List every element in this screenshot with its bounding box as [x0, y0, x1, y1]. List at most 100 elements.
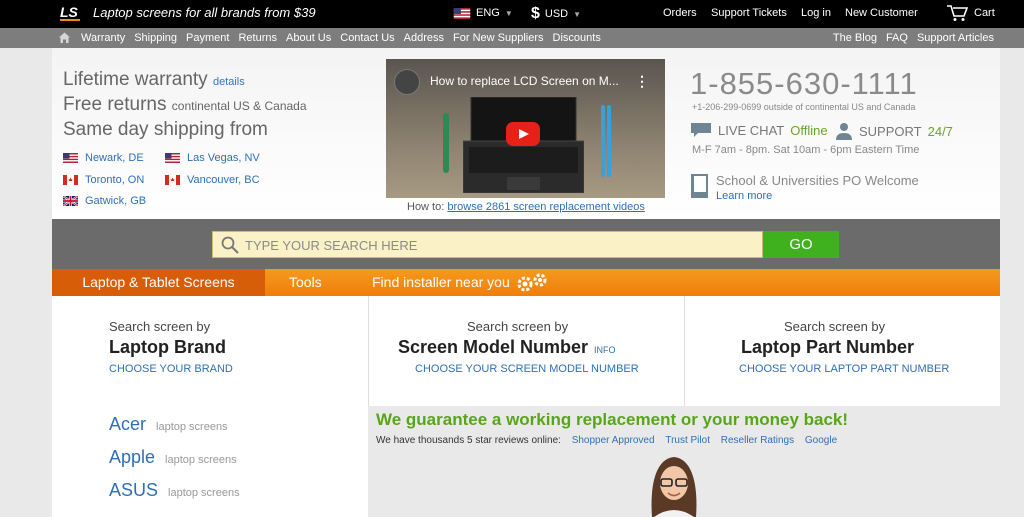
nav-shipping[interactable]: Shipping	[134, 32, 177, 44]
chevron-down-icon: ▼	[573, 9, 582, 19]
shipping-line: Same day shipping from	[63, 119, 268, 140]
home-icon[interactable]	[58, 31, 71, 44]
school-text: School & Universities PO Welcome	[716, 173, 919, 188]
nav-left-links: Warranty Shipping Payment Returns About …	[81, 32, 610, 44]
search-by-brand: Search screen by Laptop Brand CHOOSE YOU…	[52, 296, 368, 409]
chat-bubble-icon	[691, 123, 711, 137]
gears-icon	[517, 273, 547, 291]
search-input[interactable]	[245, 234, 725, 256]
returns-region: continental US & Canada	[171, 99, 307, 113]
choose-model-link[interactable]: CHOOSE YOUR SCREEN MODEL NUMBER	[415, 363, 639, 375]
nav-faq[interactable]: FAQ	[886, 32, 908, 44]
nav-right-links: The Blog FAQ Support Articles	[824, 32, 994, 44]
reviews-line: We have thousands 5 star reviews online:…	[376, 435, 837, 446]
live-chat[interactable]: LIVE CHAT Offline	[690, 122, 828, 138]
search-by-label: Search screen by	[784, 319, 886, 334]
new-customer-link[interactable]: New Customer	[845, 7, 918, 19]
us-flag-icon	[453, 7, 471, 19]
nav-support-articles[interactable]: Support Articles	[917, 32, 994, 44]
nav-blog[interactable]: The Blog	[833, 32, 877, 44]
us-flag-icon	[63, 153, 78, 163]
login-link[interactable]: Log in	[801, 7, 831, 19]
nav-contact-us[interactable]: Contact Us	[340, 32, 394, 44]
search-icon	[221, 236, 239, 254]
canada-flag-icon	[165, 175, 180, 185]
channel-avatar[interactable]	[394, 69, 420, 95]
book-icon	[691, 174, 708, 198]
phone-number[interactable]: 1-855-630-1111	[690, 66, 918, 102]
location-toronto[interactable]: Toronto, ON	[63, 174, 144, 186]
cart-link[interactable]: Cart	[946, 4, 995, 22]
cart-label: Cart	[974, 7, 995, 19]
location-newark[interactable]: Newark, DE	[63, 152, 144, 164]
us-flag-icon	[165, 153, 180, 163]
guarantee-headline: We guarantee a working replacement or yo…	[376, 410, 849, 429]
language-selector[interactable]: ENG ▼	[453, 7, 513, 19]
brand-name: ASUS	[109, 480, 159, 500]
choose-brand-link[interactable]: CHOOSE YOUR BRAND	[109, 363, 233, 375]
shopper-approved-link[interactable]: Shopper Approved	[572, 435, 655, 446]
tab-find-installer[interactable]: Find installer near you	[372, 269, 550, 296]
orders-link[interactable]: Orders	[663, 7, 697, 19]
learn-more-link[interactable]: Learn more	[716, 190, 919, 202]
main-content: Lifetime warranty details Free returns c…	[52, 48, 1000, 517]
search-by-model: Search screen by Screen Model Number INFO…	[368, 296, 684, 409]
nav-discounts[interactable]: Discounts	[553, 32, 601, 44]
list-item[interactable]: ASUS laptop screens	[109, 480, 240, 501]
location-label: Las Vegas, NV	[187, 152, 260, 164]
svg-text:LS: LS	[60, 4, 79, 20]
support-info: SUPPORT 24/7	[835, 122, 953, 140]
canada-flag-icon	[63, 175, 78, 185]
currency-label: USD	[544, 8, 569, 20]
more-options-icon[interactable]: ⋮	[635, 73, 649, 90]
choose-part-link[interactable]: CHOOSE YOUR LAPTOP PART NUMBER	[739, 363, 949, 375]
location-label: Vancouver, BC	[187, 174, 260, 186]
location-las-vegas[interactable]: Las Vegas, NV	[165, 152, 260, 164]
phone-alt: +1-206-299-0699 outside of continental U…	[692, 102, 916, 112]
info-link[interactable]: INFO	[594, 345, 616, 355]
person-icon	[836, 123, 852, 140]
search-by-part: Search screen by Laptop Part Number CHOO…	[684, 296, 1000, 409]
list-item[interactable]: Apple laptop screens	[109, 447, 237, 468]
brand-sub: laptop screens	[156, 421, 228, 433]
video-title[interactable]: How to replace LCD Screen on M...	[430, 74, 619, 88]
blue-tool-image	[601, 105, 611, 177]
video-caption: How to: browse 2861 screen replacement v…	[407, 201, 645, 213]
hero-section: Lifetime warranty details Free returns c…	[52, 48, 1000, 219]
list-item[interactable]: Acer laptop screens	[109, 414, 228, 435]
location-gatwick[interactable]: Gatwick, GB	[63, 195, 146, 207]
tab-tools[interactable]: Tools	[289, 269, 322, 296]
warranty-text: Lifetime warranty	[63, 69, 208, 90]
google-link[interactable]: Google	[805, 435, 837, 446]
nav-payment[interactable]: Payment	[186, 32, 229, 44]
nav-about-us[interactable]: About Us	[286, 32, 331, 44]
reseller-ratings-link[interactable]: Reseller Ratings	[721, 435, 794, 446]
brand-list: Acer laptop screens Apple laptop screens…	[52, 409, 368, 517]
tagline: Laptop screens for all brands from $39	[93, 5, 316, 20]
nav-new-suppliers[interactable]: For New Suppliers	[453, 32, 543, 44]
search-band: GO	[52, 219, 1000, 269]
search-box	[212, 231, 763, 258]
brand-sub: laptop screens	[168, 487, 240, 499]
tab-laptop-tablet-screens[interactable]: Laptop & Tablet Screens	[52, 269, 265, 296]
nav-bar: Warranty Shipping Payment Returns About …	[0, 28, 1024, 48]
screen-model-text: Screen Model Number	[398, 337, 589, 357]
returns-line: Free returns continental US & Canada	[63, 94, 307, 116]
nav-returns[interactable]: Returns	[238, 32, 277, 44]
support-label: SUPPORT	[859, 123, 922, 139]
location-vancouver[interactable]: Vancouver, BC	[165, 174, 260, 186]
search-go-button[interactable]: GO	[763, 231, 839, 258]
nav-address[interactable]: Address	[404, 32, 444, 44]
uk-flag-icon	[63, 196, 78, 206]
nav-warranty[interactable]: Warranty	[81, 32, 125, 44]
support-hours: 24/7	[927, 123, 953, 139]
currency-selector[interactable]: $ USD ▼	[531, 5, 581, 23]
youtube-play-icon[interactable]	[506, 122, 540, 146]
browse-videos-link[interactable]: browse 2861 screen replacement videos	[447, 201, 645, 213]
warranty-details-link[interactable]: details	[213, 76, 245, 88]
category-tabs: Laptop & Tablet Screens Tools Find insta…	[52, 269, 1000, 296]
site-logo[interactable]: LS	[60, 4, 82, 22]
support-tickets-link[interactable]: Support Tickets	[711, 7, 787, 19]
trust-pilot-link[interactable]: Trust Pilot	[665, 435, 710, 446]
youtube-video[interactable]: How to replace LCD Screen on M... ⋮	[386, 59, 665, 198]
